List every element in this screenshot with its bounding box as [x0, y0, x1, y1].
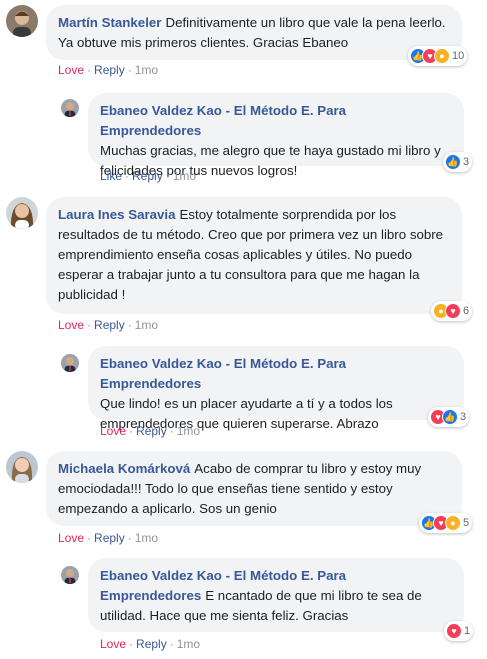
reaction-summary[interactable]: ● ♥ 6 — [431, 301, 473, 321]
comment-author[interactable]: Martín Stankeler — [58, 15, 161, 30]
comment-author[interactable]: Ebaneo Valdez Kao - El Método E. Para Em… — [100, 101, 448, 141]
reply-link[interactable]: Reply — [136, 637, 167, 651]
avatar[interactable] — [61, 354, 79, 372]
love-link[interactable]: Love — [100, 424, 126, 438]
love-icon: ♥ — [445, 303, 461, 319]
avatar[interactable] — [6, 197, 38, 229]
like-icon: 👍 — [442, 409, 458, 425]
comment-bubble: Ebaneo Valdez Kao - El Método E. Para Em… — [88, 558, 464, 632]
comment-actions: Love · Reply · 1mo — [58, 531, 159, 545]
reply-link[interactable]: Reply — [94, 63, 125, 77]
reaction-count: 1 — [464, 625, 471, 637]
comment-bubble: Michaela Komárková Acabo de comprar tu li… — [46, 451, 462, 526]
like-link[interactable]: Like — [100, 169, 122, 183]
comment-bubble: Martín Stankeler Definitivamente un libro… — [46, 5, 462, 60]
reaction-summary[interactable]: 👍 3 — [443, 152, 473, 172]
comment-author[interactable]: Laura Ines Saravia — [58, 207, 176, 222]
comment-bubble: Ebaneo Valdez Kao - El Método E. Para Em… — [88, 93, 464, 178]
love-link[interactable]: Love — [58, 63, 84, 77]
comment-author[interactable]: Ebaneo Valdez Kao - El Método E. Para Em… — [100, 354, 448, 394]
avatar[interactable] — [6, 5, 38, 37]
reaction-summary[interactable]: ♥ 👍 3 — [428, 407, 470, 427]
reaction-count: 10 — [452, 50, 465, 62]
timestamp[interactable]: 1mo — [135, 63, 158, 77]
wow-icon: ● — [445, 515, 461, 531]
timestamp[interactable]: 1mo — [135, 318, 158, 332]
reaction-count: 3 — [463, 156, 470, 168]
comment-actions: Love · Reply · 1mo — [58, 63, 159, 77]
timestamp[interactable]: 1mo — [177, 424, 200, 438]
timestamp[interactable]: 1mo — [177, 637, 200, 651]
reaction-summary[interactable]: 👍 ♥ ● 10 — [408, 46, 468, 66]
comment-author[interactable]: Michaela Komárková — [58, 461, 190, 476]
avatar[interactable] — [61, 99, 79, 117]
reaction-summary[interactable]: ♥ 1 — [444, 621, 474, 641]
reply-link[interactable]: Reply — [136, 424, 167, 438]
comment-bubble: Ebaneo Valdez Kao - El Método E. Para Em… — [88, 346, 464, 431]
reply-link[interactable]: Reply — [132, 169, 163, 183]
reply-link[interactable]: Reply — [94, 318, 125, 332]
like-icon: 👍 — [445, 154, 461, 170]
love-icon: ♥ — [446, 623, 462, 639]
comment-actions: Love · Reply · 1mo — [100, 424, 201, 438]
comment-actions: Love · Reply · 1mo — [58, 318, 159, 332]
comment-bubble: Laura Ines Saravia Estoy totalmente sorpr… — [46, 197, 462, 314]
wow-icon: ● — [434, 48, 450, 64]
reaction-count: 3 — [460, 411, 467, 423]
avatar[interactable] — [6, 451, 38, 483]
love-link[interactable]: Love — [100, 637, 126, 651]
timestamp[interactable]: 1mo — [135, 531, 158, 545]
love-link[interactable]: Love — [58, 531, 84, 545]
love-link[interactable]: Love — [58, 318, 84, 332]
avatar[interactable] — [61, 566, 79, 584]
reaction-summary[interactable]: 👍 ♥ ● 5 — [419, 513, 473, 533]
reaction-count: 5 — [463, 517, 470, 529]
comment-actions: Love · Reply · 1mo — [100, 637, 201, 651]
comment-actions: Like · Reply · 1mo — [100, 169, 197, 183]
timestamp[interactable]: 1mo — [173, 169, 196, 183]
reply-link[interactable]: Reply — [94, 531, 125, 545]
reaction-count: 6 — [463, 305, 470, 317]
